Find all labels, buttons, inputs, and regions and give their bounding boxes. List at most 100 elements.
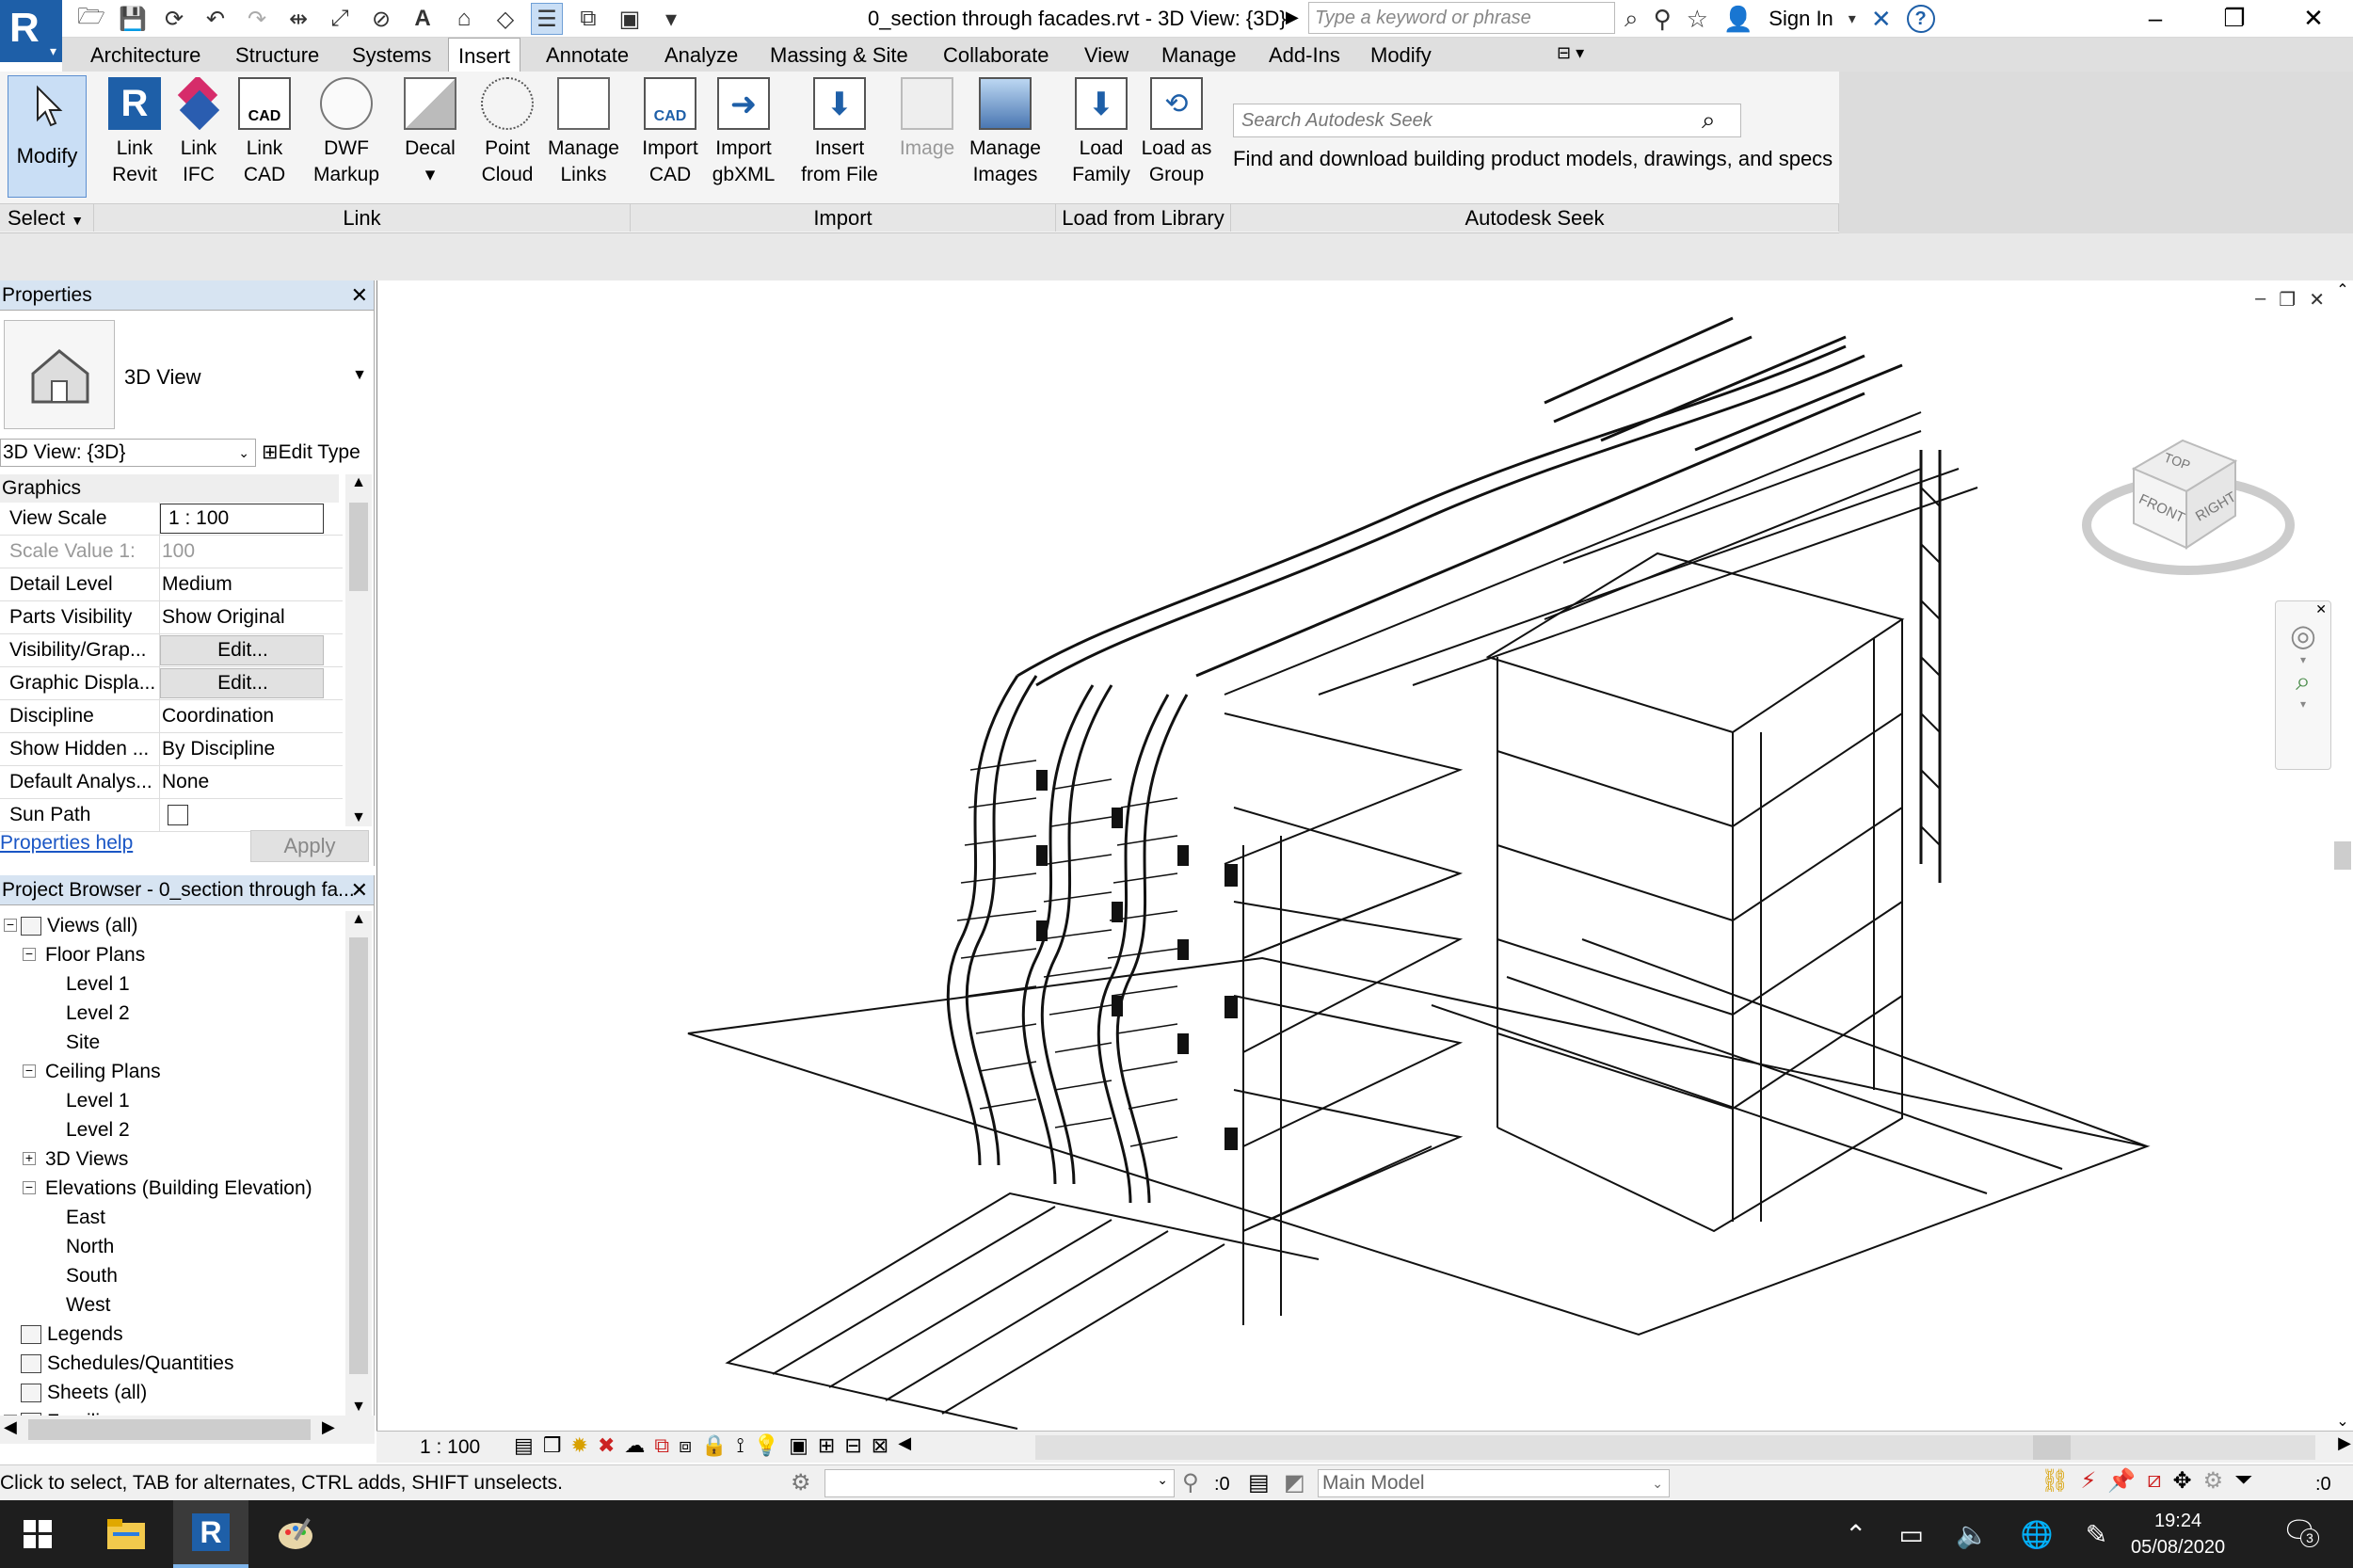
collapse-icon[interactable]: − bbox=[23, 1180, 36, 1194]
browser-node[interactable]: − Ceiling Plans bbox=[0, 1057, 343, 1086]
shadows-icon[interactable]: ✖ bbox=[598, 1433, 615, 1458]
redo-icon[interactable]: ↷ bbox=[241, 3, 273, 35]
select-pinned-icon[interactable]: 📌 bbox=[2107, 1467, 2136, 1495]
scroll-thumb[interactable] bbox=[28, 1419, 311, 1440]
canvas-hscrollbar[interactable] bbox=[1035, 1435, 2315, 1460]
detail-level-icon[interactable]: ▤ bbox=[514, 1433, 534, 1458]
minimize-icon[interactable]: – bbox=[2116, 0, 2195, 38]
import-cad-button[interactable]: CAD Import CAD bbox=[636, 77, 704, 188]
browser-node[interactable]: East bbox=[0, 1203, 343, 1232]
exchange-apps-icon[interactable]: ✕ bbox=[1871, 5, 1892, 34]
select-by-face-icon[interactable]: ⧄ bbox=[2147, 1467, 2161, 1495]
scroll-thumb[interactable] bbox=[349, 937, 368, 1374]
tag-icon[interactable]: ⊘ bbox=[365, 3, 397, 35]
link-ifc-button[interactable]: Link IFC bbox=[166, 74, 232, 188]
sign-in-button[interactable]: Sign In bbox=[1769, 7, 1833, 31]
editing-requests-icon[interactable]: ⚲ bbox=[1182, 1469, 1199, 1496]
notification-center-icon[interactable]: 🗨 3 bbox=[2281, 1515, 2319, 1548]
scroll-left-icon[interactable]: ◀ bbox=[4, 1417, 17, 1437]
browser-node[interactable]: West bbox=[0, 1290, 343, 1320]
browser-node[interactable]: Sheets (all) bbox=[0, 1378, 343, 1407]
browser-node[interactable]: Schedules/Quantities bbox=[0, 1349, 343, 1378]
load-family-button[interactable]: ⬇ Load Family bbox=[1067, 77, 1135, 188]
text-icon[interactable]: A bbox=[407, 3, 439, 35]
steering-wheel-icon[interactable]: ◎ bbox=[2276, 617, 2330, 653]
browser-node[interactable]: Legends bbox=[0, 1320, 343, 1349]
sync-icon[interactable]: ⟳ bbox=[158, 3, 190, 35]
scroll-down-icon[interactable]: ▼ bbox=[345, 1399, 372, 1416]
close-icon[interactable]: ✕ bbox=[2276, 601, 2330, 617]
view-scale-control[interactable]: 1 : 100 bbox=[420, 1432, 480, 1464]
arrow-right-icon[interactable]: ▶ bbox=[1286, 8, 1299, 27]
browser-node[interactable]: Level 1 bbox=[0, 1086, 343, 1115]
browser-node[interactable]: +3D Views bbox=[0, 1144, 343, 1174]
show-crop-icon[interactable]: ⧈ bbox=[679, 1433, 692, 1458]
select-underlay-icon[interactable]: ⚡ bbox=[2080, 1467, 2096, 1495]
close-icon[interactable]: ✕ bbox=[2274, 0, 2353, 38]
close-icon[interactable]: ✕ bbox=[351, 875, 368, 905]
discipline-value[interactable]: Coordination bbox=[160, 700, 343, 732]
3d-view-icon[interactable]: ⌂ bbox=[448, 3, 480, 35]
keyword-search-input[interactable]: Type a keyword or phrase bbox=[1308, 2, 1615, 34]
favorites-star-icon[interactable]: ☆ bbox=[1687, 5, 1708, 34]
battery-icon[interactable]: ▭ bbox=[1898, 1519, 1923, 1550]
detail-level-value[interactable]: Medium bbox=[160, 568, 343, 600]
apply-button[interactable]: Apply bbox=[250, 830, 369, 862]
application-menu-button[interactable]: R ▾ bbox=[0, 0, 62, 62]
chevron-up-icon[interactable]: ⌃ bbox=[1845, 1519, 1866, 1550]
properties-help-link[interactable]: Properties help bbox=[0, 832, 133, 855]
globe-icon[interactable]: 🌐 bbox=[2021, 1519, 2054, 1550]
scroll-right-icon[interactable]: ▶ bbox=[2338, 1433, 2351, 1453]
drawing-area[interactable]: – ❐ ✕ TOP FRONT RIGHT ✕ ◎ ▾ ⌕ ▾ ⌃ ⌄ bbox=[376, 280, 2353, 1431]
manage-links-button[interactable]: Manage Links bbox=[546, 77, 621, 188]
analytical-model-icon[interactable]: ⊞ bbox=[818, 1433, 835, 1458]
revit-taskbar-icon[interactable]: R bbox=[173, 1500, 248, 1568]
tab-view[interactable]: View bbox=[1075, 38, 1138, 72]
browser-node[interactable]: North bbox=[0, 1232, 343, 1261]
worksets-icon[interactable]: ⚙ bbox=[791, 1469, 811, 1496]
save-icon[interactable]: 💾 bbox=[117, 3, 149, 35]
default-analysis-value[interactable]: None bbox=[160, 766, 343, 798]
browser-node[interactable]: Level 2 bbox=[0, 999, 343, 1028]
close-hidden-icon[interactable]: ⧉ bbox=[572, 3, 604, 35]
section-icon[interactable]: ◇ bbox=[489, 3, 521, 35]
scroll-up-icon[interactable]: ▲ bbox=[345, 474, 372, 491]
expand-icon[interactable]: + bbox=[23, 1151, 36, 1165]
windows-start-icon[interactable] bbox=[0, 1500, 75, 1568]
tab-structure[interactable]: Structure bbox=[226, 38, 328, 72]
tab-analyze[interactable]: Analyze bbox=[655, 38, 747, 72]
scroll-left-icon[interactable]: ◀ bbox=[898, 1433, 911, 1458]
modify-button[interactable]: Modify bbox=[8, 75, 87, 198]
scroll-down-icon[interactable]: ⌄ bbox=[2332, 1412, 2353, 1431]
browser-scrollbar[interactable]: ▲ ▼ bbox=[345, 911, 372, 1416]
subscription-icon[interactable]: ⚲ bbox=[1654, 5, 1672, 34]
volume-icon[interactable]: 🔈 bbox=[1956, 1519, 1989, 1550]
temporary-properties-icon[interactable]: ▣ bbox=[789, 1433, 808, 1458]
visual-style-icon[interactable]: ❒ bbox=[543, 1433, 562, 1458]
tab-add-ins[interactable]: Add-Ins bbox=[1259, 38, 1350, 72]
properties-scrollbar[interactable]: ▲ ▼ bbox=[345, 474, 372, 826]
collapse-icon[interactable]: − bbox=[23, 1064, 36, 1078]
measure-icon[interactable]: ⇹ bbox=[282, 3, 314, 35]
taskbar-clock[interactable]: 19:24 05/08/2020 bbox=[2131, 1508, 2225, 1560]
show-hidden-value[interactable]: By Discipline bbox=[160, 733, 343, 765]
tab-modify[interactable]: Modify bbox=[1361, 38, 1441, 72]
image-button[interactable]: Image bbox=[896, 77, 958, 162]
filter-icon[interactable]: ⏷ bbox=[2234, 1467, 2252, 1495]
tab-architecture[interactable]: Architecture bbox=[81, 38, 210, 72]
zoom-icon[interactable]: ⌕ bbox=[2276, 666, 2330, 697]
render-icon[interactable]: ☁ bbox=[624, 1433, 645, 1458]
sun-path-icon[interactable]: ✹ bbox=[571, 1433, 588, 1458]
dimension-icon[interactable]: ⤢ bbox=[324, 3, 356, 35]
highlight-displacement-icon[interactable]: ⊟ bbox=[844, 1433, 861, 1458]
design-option-select[interactable]: Main Model ⌄ bbox=[1318, 1469, 1670, 1497]
tab-collaborate[interactable]: Collaborate bbox=[934, 38, 1059, 72]
lock-view-icon[interactable]: 🔒 bbox=[701, 1433, 727, 1458]
user-icon[interactable]: 👤 bbox=[1723, 5, 1753, 34]
seek-search-input[interactable]: Search Autodesk Seek bbox=[1233, 104, 1741, 137]
sun-path-checkbox[interactable] bbox=[168, 805, 188, 825]
restore-icon[interactable]: ❐ bbox=[2195, 0, 2274, 38]
import-gbxml-button[interactable]: ➜ Import gbXML bbox=[708, 77, 779, 188]
reveal-hidden-icon[interactable]: 💡 bbox=[754, 1433, 779, 1458]
tab-insert[interactable]: Insert bbox=[448, 38, 521, 72]
